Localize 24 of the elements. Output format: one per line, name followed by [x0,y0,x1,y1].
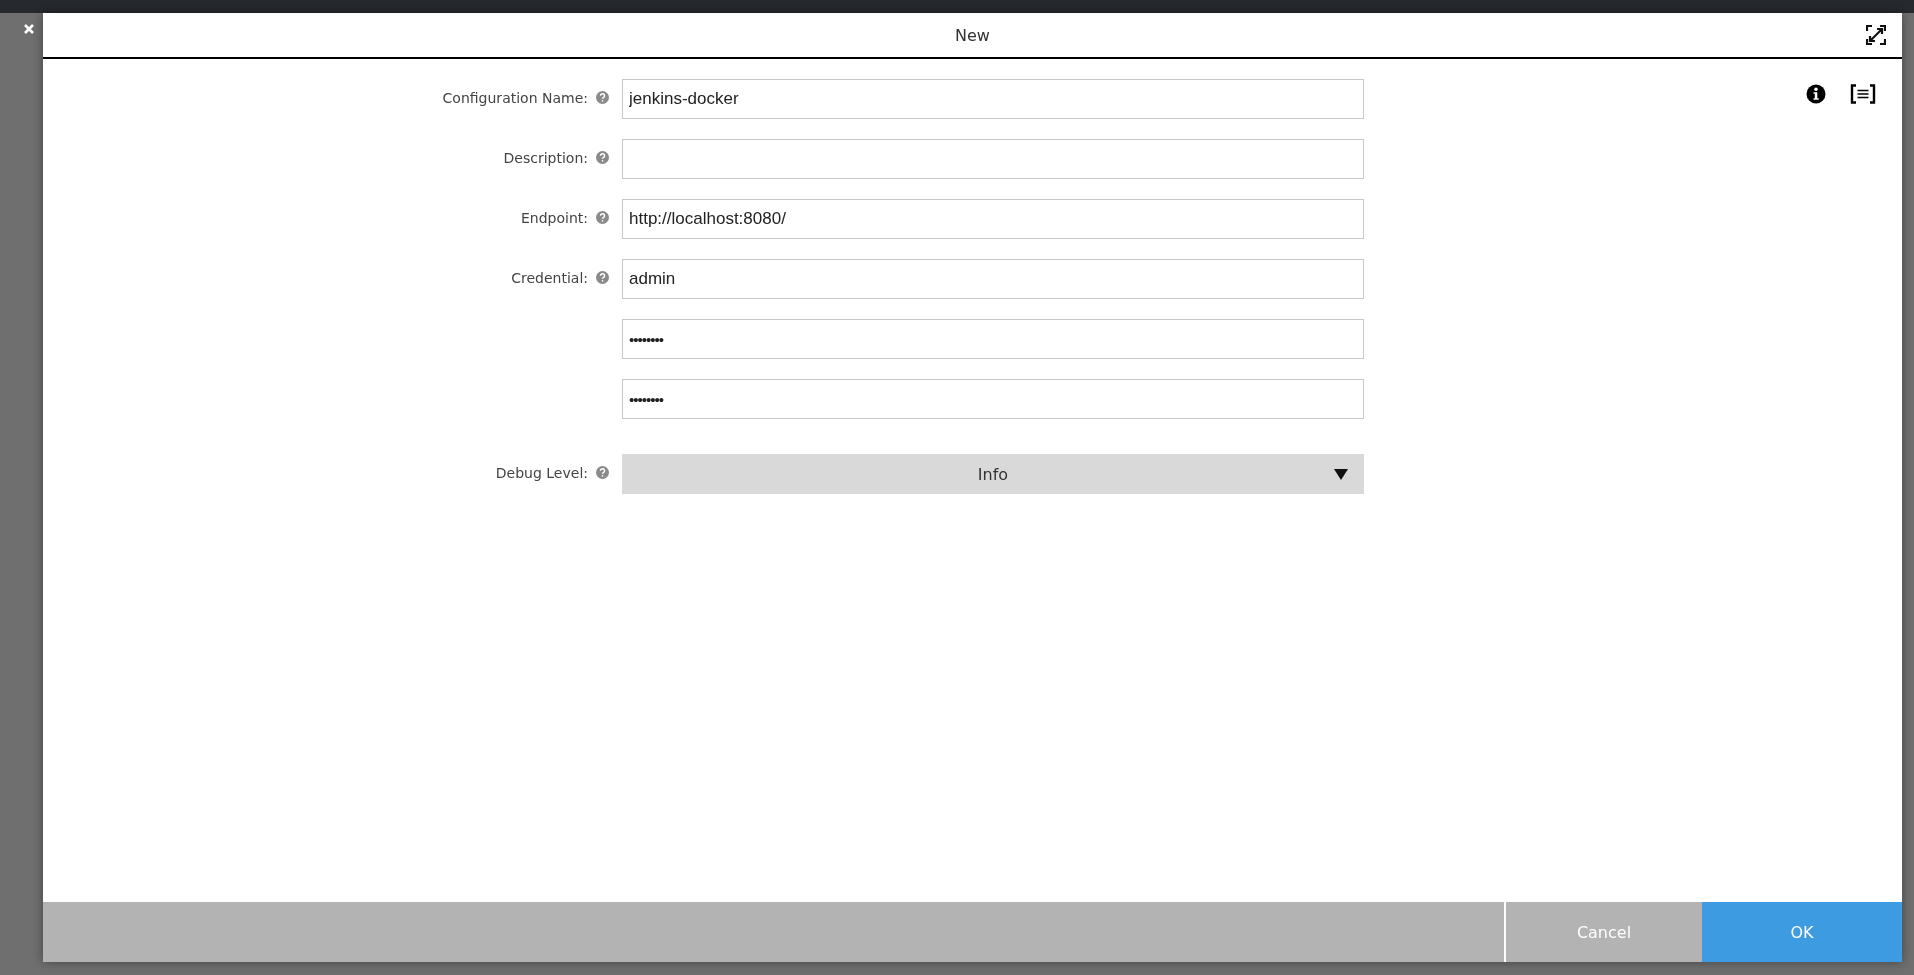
field-label: Credential: [511,270,588,286]
help-icon[interactable] [596,151,609,164]
dropdown[interactable]: Info [622,454,1364,494]
help-icon[interactable] [596,466,609,479]
help-icon[interactable] [596,271,609,284]
maximize-button[interactable] [1866,25,1886,45]
close-icon [23,23,35,35]
password-field[interactable]: •••••••• [622,319,1364,359]
text-field[interactable]: admin [622,259,1364,299]
help-icon[interactable] [596,211,609,224]
text-field[interactable]: http://localhost:8080/ [622,199,1364,239]
caret-icon [1334,469,1348,480]
log-icon[interactable] [1850,84,1876,104]
field-label: Debug Level: [495,465,588,481]
field-label: Description: [503,150,588,166]
help-icon[interactable] [596,91,609,104]
text-field[interactable]: jenkins-docker [622,79,1364,119]
password-field[interactable]: •••••••• [622,379,1364,419]
dialog-title: New [955,25,990,45]
maximize-icon [1866,25,1886,45]
text-field[interactable] [622,139,1364,179]
field-label: Configuration Name: [442,90,588,106]
field-label: Endpoint: [520,210,588,226]
info-icon[interactable] [1806,84,1826,104]
